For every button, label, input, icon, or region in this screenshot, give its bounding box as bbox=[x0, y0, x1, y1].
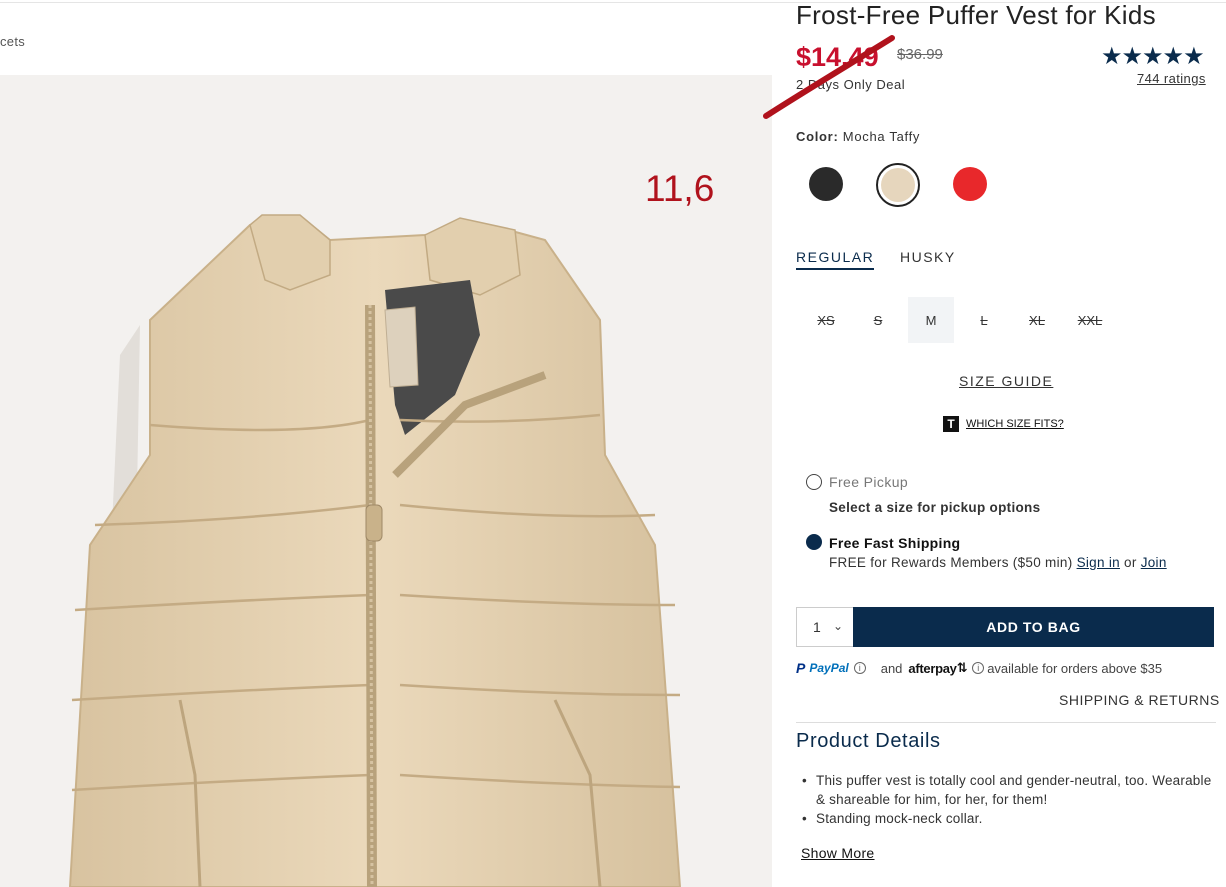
sign-in-link[interactable]: Sign in bbox=[1077, 555, 1120, 570]
add-to-bag-button[interactable]: ADD TO BAG bbox=[853, 607, 1214, 647]
shipping-returns-link[interactable]: SHIPPING & RETURNS bbox=[1059, 692, 1220, 708]
afterpay-info-icon[interactable]: i bbox=[972, 662, 985, 674]
color-label: Color: Mocha Taffy bbox=[796, 129, 920, 144]
pickup-subtext: Select a size for pickup options bbox=[829, 500, 1041, 515]
which-size-fits-link[interactable]: WHICH SIZE FITS? bbox=[966, 418, 1064, 430]
payment-options: P PayPal i and afterpay ⇅ i available fo… bbox=[796, 660, 1162, 676]
paypal-label: PayPal bbox=[809, 661, 849, 675]
and-text: and bbox=[880, 660, 903, 676]
product-title: Frost-Free Puffer Vest for Kids bbox=[796, 0, 1156, 30]
shipping-label: Free Fast Shipping bbox=[829, 535, 961, 551]
quantity-value: 1 bbox=[813, 619, 821, 635]
pickup-label: Free Pickup bbox=[829, 474, 909, 490]
original-price: $36.99 bbox=[897, 46, 943, 63]
afterpay-arrows-icon: ⇅ bbox=[956, 660, 968, 675]
annotation-strike-mark bbox=[763, 35, 895, 119]
shipping-subtext: FREE for Rewards Members ($50 min) Sign … bbox=[829, 555, 1167, 570]
shipping-radio[interactable] bbox=[806, 534, 822, 550]
tab-husky[interactable]: HUSKY bbox=[900, 249, 956, 265]
paypal-logo-icon: P bbox=[796, 660, 806, 676]
chevron-down-icon: ⌄ bbox=[833, 619, 844, 633]
shipping-subtext-text: FREE for Rewards Members ($50 min) bbox=[829, 555, 1073, 570]
afterpay-logo: afterpay bbox=[908, 660, 957, 676]
size-m[interactable]: M bbox=[908, 297, 954, 343]
join-link[interactable]: Join bbox=[1141, 555, 1167, 570]
size-xl[interactable]: XL bbox=[1017, 297, 1057, 343]
selected-color-name: Mocha Taffy bbox=[842, 129, 921, 144]
color-swatch-mocha-taffy[interactable] bbox=[881, 168, 915, 202]
product-details-heading: Product Details bbox=[796, 730, 941, 752]
quantity-select[interactable]: 1 ⌄ bbox=[796, 607, 854, 647]
color-swatch-red[interactable] bbox=[953, 167, 987, 201]
size-xs[interactable]: XS bbox=[806, 297, 846, 343]
size-l[interactable]: L bbox=[964, 297, 1004, 343]
star-rating-icon: ★★★★★ bbox=[1101, 43, 1205, 70]
size-s[interactable]: S bbox=[858, 297, 898, 343]
product-details-list: This puffer vest is totally cool and gen… bbox=[802, 771, 1216, 828]
list-item: This puffer vest is totally cool and gen… bbox=[802, 771, 1216, 809]
or-text: or bbox=[1124, 555, 1137, 570]
size-guide-link[interactable]: SIZE GUIDE bbox=[959, 373, 1053, 389]
show-more-link[interactable]: Show More bbox=[801, 845, 875, 861]
size-xxl[interactable]: XXL bbox=[1068, 297, 1112, 343]
annotation-number: 11,6 bbox=[645, 168, 715, 209]
paypal-info-icon[interactable]: i bbox=[853, 662, 866, 674]
section-divider bbox=[796, 722, 1216, 723]
true-fit-icon: T bbox=[943, 416, 959, 432]
color-swatch-black[interactable] bbox=[809, 167, 843, 201]
color-label-title: Color: bbox=[796, 129, 839, 144]
tab-regular[interactable]: REGULAR bbox=[796, 249, 875, 270]
list-item: Standing mock-neck collar. bbox=[802, 809, 1216, 828]
payment-availability: available for orders above $35 bbox=[987, 660, 1163, 676]
pickup-radio[interactable] bbox=[806, 474, 822, 490]
breadcrumb[interactable]: cets bbox=[0, 34, 25, 49]
ratings-link[interactable]: 744 ratings bbox=[1137, 71, 1206, 86]
